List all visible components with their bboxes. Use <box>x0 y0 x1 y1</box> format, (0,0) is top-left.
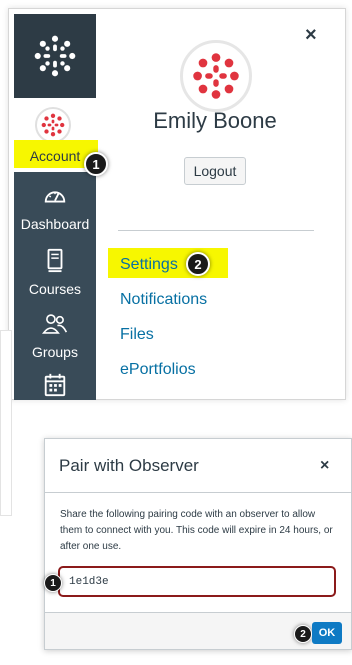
canvas-avatar-icon <box>41 113 65 137</box>
canvas-avatar-icon <box>193 53 239 99</box>
dialog-close-icon[interactable]: × <box>320 457 329 475</box>
account-avatar <box>35 107 71 143</box>
courses-icon <box>47 248 63 273</box>
nav-label-dashboard[interactable]: Dashboard <box>14 216 96 232</box>
nav-item-calendar-icon-wrap[interactable] <box>14 372 96 398</box>
nav-label-courses[interactable]: Courses <box>14 281 96 297</box>
dialog-header-divider <box>45 492 351 493</box>
logout-button[interactable]: Logout <box>184 157 246 185</box>
canvas-logo[interactable] <box>14 14 96 98</box>
nav-item-courses-icon-wrap[interactable] <box>14 247 96 273</box>
dialog-title: Pair with Observer <box>59 456 199 475</box>
user-name: Emily Boone <box>153 108 277 133</box>
background-page-edge <box>0 330 12 516</box>
ok-button[interactable]: OK <box>312 622 342 644</box>
tray-link-notifications[interactable]: Notifications <box>120 291 207 309</box>
groups-icon <box>42 314 68 334</box>
nav-item-groups-icon-wrap[interactable] <box>14 311 96 337</box>
user-avatar <box>180 40 252 112</box>
canvas-logo-icon <box>34 35 76 77</box>
dialog-body-text: Share the following pairing code with an… <box>60 509 333 552</box>
dashboard-icon <box>44 191 66 203</box>
tray-link-eportfolios[interactable]: ePortfolios <box>120 361 196 379</box>
step-badge-1: 1 <box>84 152 108 176</box>
calendar-icon <box>44 373 66 397</box>
dialog-step-badge-1: 1 <box>44 574 62 592</box>
tray-link-files[interactable]: Files <box>120 326 154 344</box>
nav-item-dashboard-icon-wrap[interactable] <box>14 183 96 209</box>
nav-label-groups[interactable]: Groups <box>14 344 96 360</box>
tray-divider <box>118 230 314 231</box>
dialog-step-badge-2: 2 <box>294 625 312 643</box>
pairing-code-field[interactable]: 1e1d3e <box>58 566 336 597</box>
close-icon[interactable]: × <box>305 24 317 47</box>
tray-link-settings[interactable]: Settings <box>120 256 178 274</box>
step-badge-2: 2 <box>186 252 210 276</box>
